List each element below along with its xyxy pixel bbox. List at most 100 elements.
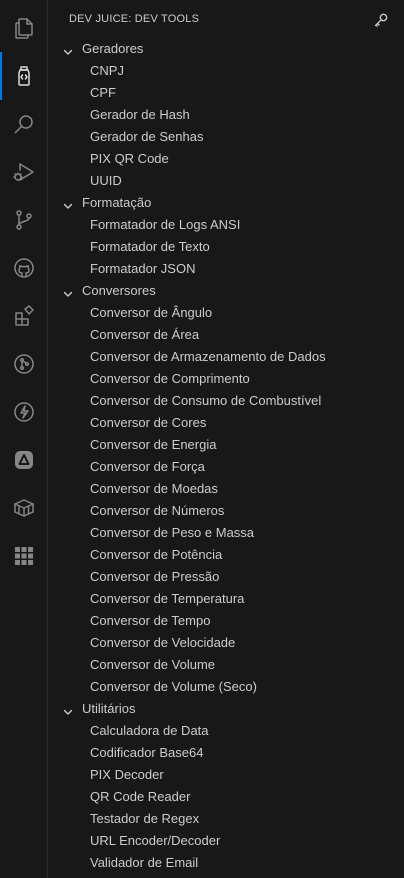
tree-item-label: Calculadora de Data <box>90 723 209 738</box>
tree-item-label: Conversor de Temperatura <box>90 591 245 606</box>
extensions-icon <box>15 305 34 326</box>
tree-group-label: Formatação <box>82 195 152 210</box>
tree-item[interactable]: Conversor de Consumo de Combustível <box>48 390 404 412</box>
tree-item[interactable]: URL Encoder/Decoder <box>48 830 404 852</box>
tree-item[interactable]: Conversor de Força <box>48 456 404 478</box>
tree-item-label: Formatador JSON <box>90 261 196 276</box>
tree-item-label: Conversor de Consumo de Combustível <box>90 393 322 408</box>
tree-item-label: PIX Decoder <box>90 767 164 782</box>
grid-icon <box>15 547 33 565</box>
tree-group-0[interactable]: Geradores <box>48 38 404 60</box>
tree-item[interactable]: UUID <box>48 170 404 192</box>
tree-item-label: Conversor de Potência <box>90 547 223 562</box>
tree-item-label: UUID <box>90 173 122 188</box>
tree-item-label: Formatador de Texto <box>90 239 210 254</box>
tree-item-label: Conversor de Números <box>90 503 225 518</box>
activity-extensions[interactable] <box>0 292 48 340</box>
tree-item-label: Conversor de Comprimento <box>90 371 250 386</box>
tree-item-label: Conversor de Moedas <box>90 481 218 496</box>
tree-item-label: Conversor de Pressão <box>90 569 220 584</box>
tree-item-label: Conversor de Armazenamento de Dados <box>90 349 326 364</box>
tree-item-label: CNPJ <box>90 63 124 78</box>
lightning-icon <box>14 402 34 422</box>
activity-search[interactable] <box>0 100 48 148</box>
chevron-down-icon <box>62 43 74 55</box>
tree-item[interactable]: Conversor de Peso e Massa <box>48 522 404 544</box>
sidebar-title: DEV JUICE: DEV TOOLS <box>69 13 200 25</box>
tree-item[interactable]: Conversor de Volume (Seco) <box>48 676 404 698</box>
activity-azure[interactable] <box>0 436 48 484</box>
source-control-icon <box>16 210 32 230</box>
tree-item[interactable]: PIX QR Code <box>48 148 404 170</box>
tree-item[interactable]: Conversor de Área <box>48 324 404 346</box>
azure-icon <box>15 451 33 469</box>
activity-git-graph[interactable] <box>0 340 48 388</box>
tree-item[interactable]: CNPJ <box>48 60 404 82</box>
activity-run-debug[interactable] <box>0 148 48 196</box>
chevron-down-icon <box>62 703 74 715</box>
chevron-down-icon <box>62 285 74 297</box>
tree-item[interactable]: Conversor de Moedas <box>48 478 404 500</box>
activity-lightning[interactable] <box>0 388 48 436</box>
tree-item[interactable]: Formatador de Texto <box>48 236 404 258</box>
tree-item[interactable]: Conversor de Velocidade <box>48 632 404 654</box>
tree-item-label: Conversor de Peso e Massa <box>90 525 255 540</box>
key-button[interactable] <box>372 11 390 29</box>
activity-source-control[interactable] <box>0 196 48 244</box>
tree-item[interactable]: QR Code Reader <box>48 786 404 808</box>
tree-item-label: Testador de Regex <box>90 811 200 826</box>
tree-item-label: Conversor de Tempo <box>90 613 211 628</box>
tree-group-3[interactable]: Utilitários <box>48 698 404 720</box>
tree-item[interactable]: Gerador de Senhas <box>48 126 404 148</box>
tree-group-label: Conversores <box>82 283 156 298</box>
tools-tree: Geradores CNPJ CPF Gerador de Hash Gerador d… <box>48 38 404 874</box>
tree-item[interactable]: Conversor de Comprimento <box>48 368 404 390</box>
tree-item[interactable]: Codificador Base64 <box>48 742 404 764</box>
tree-item-label: Conversor de Ângulo <box>90 305 213 320</box>
tree-group-label: Utilitários <box>82 701 136 716</box>
activity-explorer[interactable] <box>0 4 48 52</box>
tree-item[interactable]: Gerador de Hash <box>48 104 404 126</box>
tree-item[interactable]: Conversor de Pressão <box>48 566 404 588</box>
tree-item[interactable]: Conversor de Energia <box>48 434 404 456</box>
tree-item[interactable]: Formatador JSON <box>48 258 404 280</box>
tree-item-label: Gerador de Senhas <box>90 129 204 144</box>
tree-item[interactable]: PIX Decoder <box>48 764 404 786</box>
activity-github[interactable] <box>0 244 48 292</box>
tree-item[interactable]: Conversor de Cores <box>48 412 404 434</box>
tree-item-label: Conversor de Volume (Seco) <box>90 679 257 694</box>
search-icon <box>14 115 33 134</box>
activity-package[interactable] <box>0 484 48 532</box>
tree-item[interactable]: Testador de Regex <box>48 808 404 830</box>
dev-tools-sidebar: DEV JUICE: DEV TOOLS Geradores CNPJ CPF Ger… <box>48 0 404 878</box>
tree-item-label: Formatador de Logs ANSI <box>90 217 241 232</box>
activity-apps-grid[interactable] <box>0 532 48 580</box>
tree-item[interactable]: Conversor de Temperatura <box>48 588 404 610</box>
tree-item[interactable]: Conversor de Números <box>48 500 404 522</box>
jar-icon <box>18 66 30 86</box>
tree-item-label: CPF <box>90 85 116 100</box>
tree-item[interactable]: Conversor de Ângulo <box>48 302 404 324</box>
github-icon <box>14 258 34 278</box>
activity-bar <box>0 0 48 878</box>
tree-item-label: Codificador Base64 <box>90 745 204 760</box>
tree-item-label: Conversor de Energia <box>90 437 217 452</box>
tree-item-label: PIX QR Code <box>90 151 169 166</box>
tree-item[interactable]: Calculadora de Data <box>48 720 404 742</box>
activity-dev-juice[interactable] <box>0 52 48 100</box>
tree-item[interactable]: Formatador de Logs ANSI <box>48 214 404 236</box>
tree-item[interactable]: Conversor de Volume <box>48 654 404 676</box>
tree-item[interactable]: Conversor de Tempo <box>48 610 404 632</box>
tree-item-label: Conversor de Força <box>90 459 205 474</box>
tree-item[interactable]: Validador de Email <box>48 852 404 874</box>
tree-item-label: Conversor de Cores <box>90 415 207 430</box>
tree-item[interactable]: CPF <box>48 82 404 104</box>
tree-item-label: QR Code Reader <box>90 789 191 804</box>
tree-group-label: Geradores <box>82 41 144 56</box>
tree-item-label: Conversor de Volume <box>90 657 216 672</box>
tree-group-1[interactable]: Formatação <box>48 192 404 214</box>
tree-item[interactable]: Conversor de Potência <box>48 544 404 566</box>
package-icon <box>14 499 34 517</box>
tree-item[interactable]: Conversor de Armazenamento de Dados <box>48 346 404 368</box>
tree-group-2[interactable]: Conversores <box>48 280 404 302</box>
